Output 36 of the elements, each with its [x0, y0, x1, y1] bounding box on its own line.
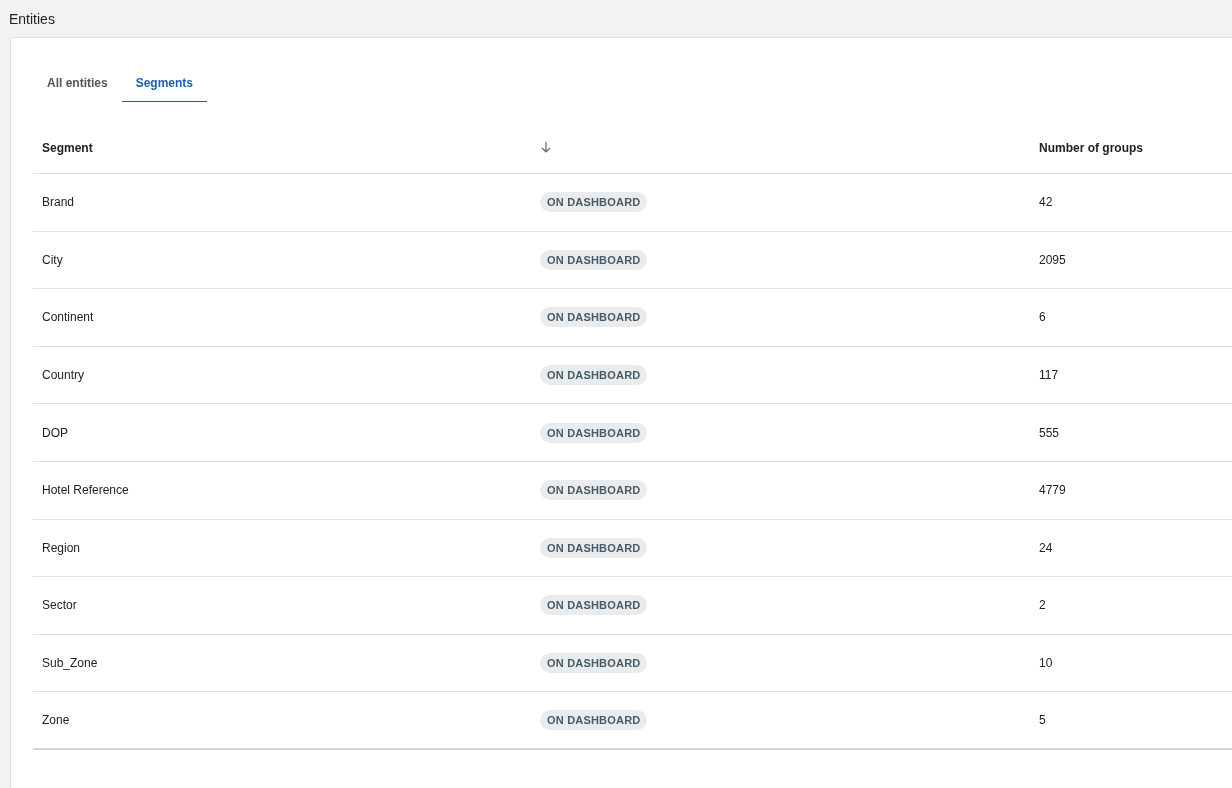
group-count: 6 [1039, 310, 1047, 325]
status-badge: ON DASHBOARD [540, 480, 648, 501]
segment-name: Sector [42, 598, 78, 613]
column-header: Segment [42, 140, 94, 155]
status-badge: ON DASHBOARD [540, 192, 648, 213]
group-count: 117 [1039, 368, 1060, 383]
status-badge: ON DASHBOARD [540, 710, 648, 731]
status-badge: ON DASHBOARD [540, 307, 648, 328]
status-badge: ON DASHBOARD [540, 365, 648, 386]
segment-name: Brand [42, 195, 76, 210]
group-count: 555 [1039, 425, 1061, 440]
tab[interactable]: All entities [33, 64, 122, 102]
segment-name: Continent [42, 310, 95, 325]
group-count: 24 [1039, 540, 1054, 555]
segment-name: Hotel Reference [42, 483, 130, 498]
group-count: 2095 [1039, 252, 1067, 267]
status-badge: ON DASHBOARD [540, 653, 648, 674]
segment-name: Sub_Zone [42, 656, 99, 671]
status-badge: ON DASHBOARD [540, 595, 648, 616]
group-count: 5 [1039, 713, 1047, 728]
status-badge: ON DASHBOARD [540, 422, 648, 443]
sort-arrow-icon[interactable] [540, 140, 552, 153]
segment-name: Zone [42, 713, 71, 728]
tab[interactable]: Segments [121, 64, 208, 102]
group-count: 10 [1039, 656, 1054, 671]
segment-name: Country [42, 368, 86, 383]
segment-name: City [42, 252, 64, 267]
column-header: Number of groups [1039, 140, 1144, 155]
segment-name: Region [42, 540, 82, 555]
segment-name: DOP [42, 425, 69, 440]
group-count: 42 [1039, 195, 1054, 210]
group-count: 2 [1039, 598, 1047, 613]
group-count: 4779 [1039, 483, 1067, 498]
status-badge: ON DASHBOARD [540, 249, 648, 270]
status-badge: ON DASHBOARD [540, 537, 648, 558]
page-title: Entities [9, 10, 56, 29]
